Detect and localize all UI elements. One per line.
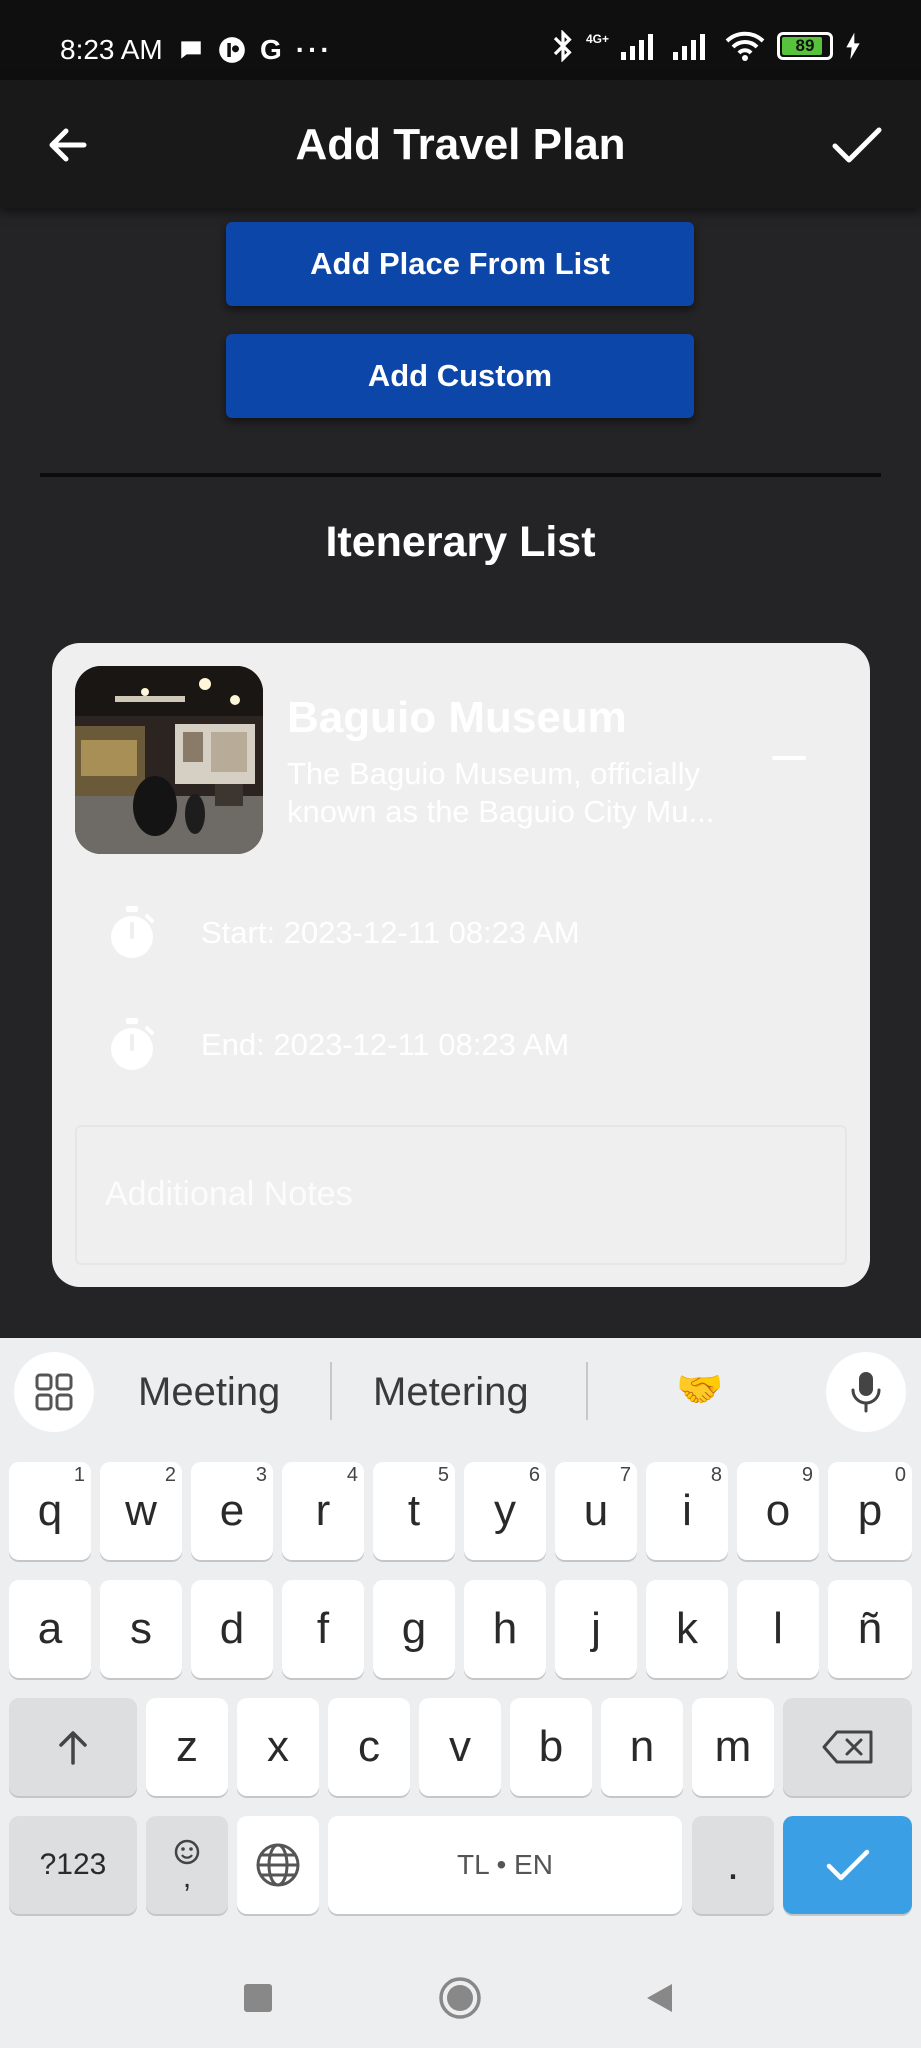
section-title: Itenerary List: [325, 518, 596, 566]
system-icons: 4G+ 89: [552, 30, 861, 62]
key-u[interactable]: u7: [555, 1462, 637, 1560]
suggestion-separator: [330, 1362, 332, 1420]
key-o[interactable]: o9: [737, 1462, 819, 1560]
page-title: Add Travel Plan: [295, 120, 626, 169]
key-p[interactable]: p0: [828, 1462, 912, 1560]
remove-place-button[interactable]: [772, 756, 806, 760]
notification-icons: G ···: [178, 34, 333, 66]
status-time: 8:23 AM: [60, 34, 163, 65]
key-n[interactable]: n: [601, 1698, 683, 1796]
shift-key[interactable]: [9, 1698, 137, 1796]
home-button[interactable]: [438, 1976, 482, 2020]
emoji-key[interactable]: ,: [146, 1816, 228, 1914]
backspace-icon: [822, 1730, 872, 1764]
start-time: Start: 2023-12-11 08:23 AM: [201, 915, 580, 950]
key-d[interactable]: d: [191, 1580, 273, 1678]
key-x[interactable]: x: [237, 1698, 319, 1796]
period-key[interactable]: .: [692, 1816, 774, 1914]
key-b[interactable]: b: [510, 1698, 592, 1796]
place-description-line-2: known as the Baguio City Mu...: [287, 794, 715, 829]
space-key[interactable]: TL • EN: [328, 1816, 682, 1914]
apps-grid-icon[interactable]: [14, 1352, 94, 1432]
enter-key[interactable]: [783, 1816, 912, 1914]
key-t[interactable]: t5: [373, 1462, 455, 1560]
end-time-row[interactable]: End: 2023-12-11 08:23 AM: [107, 1015, 569, 1075]
add-custom-button[interactable]: Add Custom: [226, 334, 694, 418]
key-f[interactable]: f: [282, 1580, 364, 1678]
start-time-row[interactable]: Start: 2023-12-11 08:23 AM: [107, 903, 580, 963]
shift-arrow-icon: [59, 1731, 87, 1765]
suggestion-1[interactable]: Meeting: [138, 1370, 280, 1415]
network-type: 4G+: [585, 32, 609, 46]
key-q[interactable]: q1: [9, 1462, 91, 1560]
google-icon: G: [260, 34, 282, 65]
suggestion-emoji[interactable]: 🤝: [676, 1368, 723, 1412]
itinerary-card: Baguio Museum The Baguio Museum, officia…: [52, 643, 870, 1287]
app-badge-icon: [219, 37, 245, 63]
place-description-line-1: The Baguio Museum, officially: [287, 756, 700, 791]
battery-level: 89: [795, 36, 815, 55]
key-z[interactable]: z: [146, 1698, 228, 1796]
suggestion-separator: [586, 1362, 588, 1420]
signal-icon: [621, 34, 653, 60]
key-g[interactable]: g: [373, 1580, 455, 1678]
status-bar: 8:23 AM G ··· 4G+ 89: [0, 0, 921, 80]
key-l[interactable]: l: [737, 1580, 819, 1678]
bluetooth-icon: [553, 30, 572, 62]
more-notifications-icon: ···: [295, 34, 333, 65]
key-r[interactable]: r4: [282, 1462, 364, 1560]
key-m[interactable]: m: [692, 1698, 774, 1796]
signal-icon-2: [673, 34, 705, 60]
recent-apps-button[interactable]: [244, 1984, 272, 2012]
language-key[interactable]: [237, 1816, 319, 1914]
key-i[interactable]: i8: [646, 1462, 728, 1560]
place-thumbnail: [75, 666, 263, 854]
chat-bubble-icon: [181, 41, 201, 59]
timer-icon: [111, 906, 154, 958]
key-w[interactable]: w2: [100, 1462, 182, 1560]
globe-icon: [256, 1843, 300, 1887]
additional-notes-field[interactable]: Additional Notes: [75, 1125, 847, 1265]
key-y[interactable]: y6: [464, 1462, 546, 1560]
backspace-key[interactable]: [783, 1698, 912, 1796]
key-c[interactable]: c: [328, 1698, 410, 1796]
suggestion-bar: Meeting Metering 🤝: [0, 1338, 921, 1448]
check-icon[interactable]: [829, 120, 885, 170]
end-time: End: 2023-12-11 08:23 AM: [201, 1027, 570, 1062]
key-k[interactable]: k: [646, 1580, 728, 1678]
key-n-tilde[interactable]: ñ: [828, 1580, 912, 1678]
back-button[interactable]: [644, 1982, 674, 2014]
place-name: Baguio Museum: [287, 693, 627, 742]
comma-label: ,: [182, 1861, 192, 1894]
key-v[interactable]: v: [419, 1698, 501, 1796]
divider: [40, 473, 881, 477]
microphone-icon[interactable]: [826, 1352, 906, 1432]
key-a[interactable]: a: [9, 1580, 91, 1678]
timer-icon: [111, 1018, 154, 1070]
key-e[interactable]: e3: [191, 1462, 273, 1560]
add-place-from-list-button[interactable]: Add Place From List: [226, 222, 694, 306]
suggestion-2[interactable]: Metering: [373, 1370, 529, 1415]
symbols-key[interactable]: ?123: [9, 1816, 137, 1914]
key-s[interactable]: s: [100, 1580, 182, 1678]
battery-icon: 89: [777, 32, 833, 60]
key-h[interactable]: h: [464, 1580, 546, 1678]
charging-icon: [846, 32, 860, 60]
wifi-icon: [725, 31, 765, 61]
place-description: The Baguio Museum, officially known as t…: [287, 755, 747, 831]
key-j[interactable]: j: [555, 1580, 637, 1678]
system-nav-bar: [0, 1938, 921, 2048]
app-bar: Add Travel Plan: [0, 80, 921, 208]
check-icon: [826, 1849, 869, 1881]
